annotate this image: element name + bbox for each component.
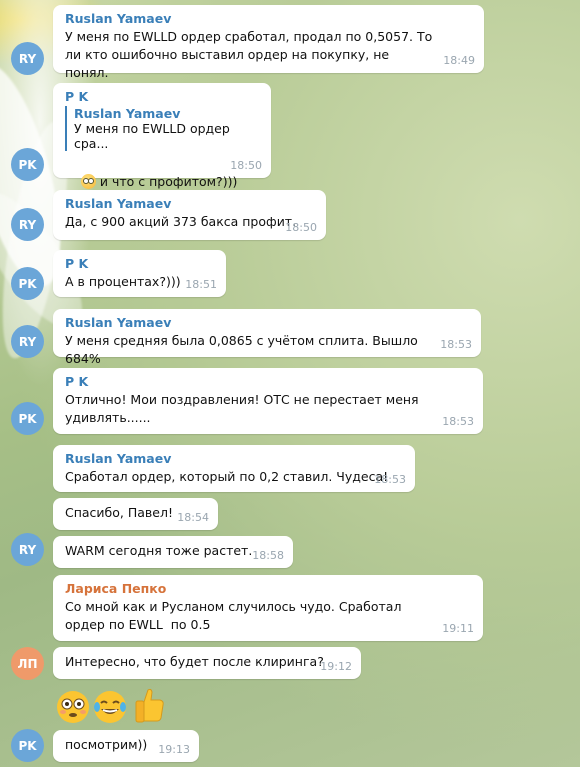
avatar[interactable]: RY — [11, 42, 44, 75]
avatar[interactable]: PK — [11, 729, 44, 762]
message-text: У меня по EWLLD ордер сработал, продал п… — [65, 29, 437, 80]
avatar[interactable]: ЛП — [11, 647, 44, 680]
message-bubble[interactable]: Ruslan Yamaev У меня средняя была 0,0865… — [53, 309, 481, 366]
message-text: У меня средняя была 0,0865 с учётом спли… — [65, 333, 422, 366]
reply-quote[interactable]: Ruslan Yamaev У меня по EWLLD ордер сра.… — [65, 106, 261, 151]
message-bubble[interactable]: Интересно, что будет после клиринга? 19:… — [53, 647, 361, 679]
message-time: 19:12 — [320, 660, 352, 673]
message-time: 18:50 — [285, 221, 317, 234]
avatar[interactable]: PK — [11, 402, 44, 435]
avatar[interactable]: RY — [11, 533, 44, 566]
sender-name[interactable]: P K — [65, 374, 473, 389]
message-text: и что с профитом?))) — [99, 174, 238, 189]
message-time: 18:54 — [177, 511, 209, 524]
message-time: 19:11 — [442, 622, 474, 635]
avatar[interactable]: PK — [11, 148, 44, 181]
thumbs-up-icon — [132, 686, 166, 723]
message-bubble[interactable]: P K Ruslan Yamaev У меня по EWLLD ордер … — [53, 83, 271, 189]
message-bubble[interactable]: Ruslan Yamaev У меня по EWLLD ордер сраб… — [53, 5, 484, 80]
message-bubble[interactable]: WARM сегодня тоже растет. 18:58 — [53, 536, 293, 568]
message-time: 18:53 — [374, 473, 406, 486]
message-time: 18:53 — [440, 338, 472, 351]
message-text: Сработал ордер, который по 0,2 ставил. Ч… — [65, 469, 389, 484]
message-text: Отлично! Мои поздравления! ОТС не перест… — [65, 392, 423, 425]
message-text: Интересно, что будет после клиринга? — [65, 654, 324, 669]
sender-name[interactable]: Ruslan Yamaev — [65, 11, 474, 26]
avatar[interactable]: PK — [11, 267, 44, 300]
sender-name[interactable]: Ruslan Yamaev — [65, 196, 316, 211]
message-bubble[interactable]: P K Отлично! Мои поздравления! ОТС не пе… — [53, 368, 483, 434]
reply-text: У меня по EWLLD ордер сра... — [74, 121, 230, 151]
message-bubble[interactable]: Лариса Пепко Со мной как и Русланом случ… — [53, 575, 483, 641]
message-time: 18:50 — [230, 159, 262, 172]
message-time: 18:51 — [185, 278, 217, 291]
sender-name[interactable]: Лариса Пепко — [65, 581, 473, 596]
sender-name[interactable]: Ruslan Yamaev — [65, 451, 405, 466]
flushed-face-icon — [56, 690, 90, 724]
message-time: 18:49 — [443, 54, 475, 67]
message-text: Со мной как и Русланом случилось чудо. С… — [65, 599, 406, 632]
message-bubble[interactable]: Ruslan Yamaev Сработал ордер, который по… — [53, 445, 415, 492]
message-time: 18:58 — [252, 549, 284, 562]
message-bubble[interactable]: посмотрим)) 19:13 — [53, 730, 199, 762]
sender-name[interactable]: Ruslan Yamaev — [65, 315, 471, 330]
reply-sender: Ruslan Yamaev — [74, 106, 181, 121]
message-text: WARM сегодня тоже растет. — [65, 543, 253, 558]
message-time: 18:53 — [442, 415, 474, 428]
message-time: 19:13 — [158, 743, 190, 756]
message-text: Да, с 900 акций 373 бакса профит. — [65, 214, 297, 229]
message-bubble[interactable]: Ruslan Yamaev Да, с 900 акций 373 бакса … — [53, 190, 326, 240]
flushed-face-icon — [80, 174, 96, 189]
message-bubble[interactable]: P K А в процентах?))) 18:51 — [53, 250, 226, 297]
sender-name[interactable]: P K — [65, 256, 216, 271]
tears-of-joy-face-icon — [93, 690, 127, 724]
avatar[interactable]: RY — [11, 325, 44, 358]
avatar[interactable]: RY — [11, 208, 44, 241]
message-bubble[interactable]: Спасибо, Павел! 18:54 — [53, 498, 218, 530]
sender-name[interactable]: P K — [65, 89, 261, 104]
